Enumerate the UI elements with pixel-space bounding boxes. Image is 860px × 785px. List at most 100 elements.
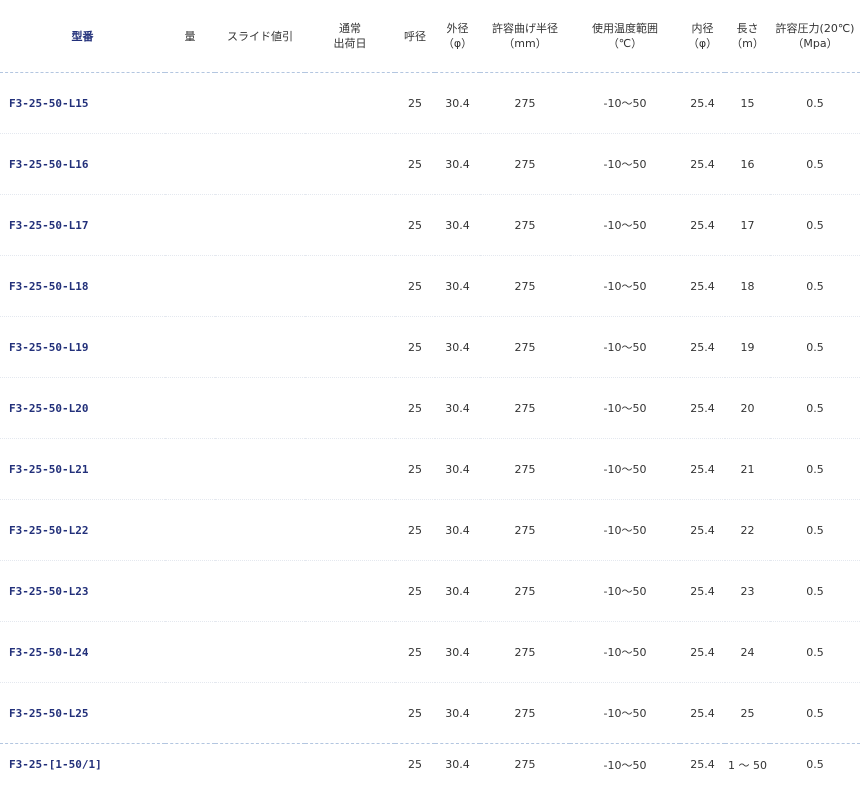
header-shipping: 通常出荷日 bbox=[305, 0, 395, 73]
temperature-cell: -10～50 bbox=[570, 683, 680, 744]
shipping-cell bbox=[305, 195, 395, 256]
length-cell: 24 bbox=[725, 622, 770, 683]
qty-cell bbox=[165, 622, 215, 683]
bend-radius-cell: 275 bbox=[480, 683, 570, 744]
bend-radius-cell: 275 bbox=[480, 317, 570, 378]
qty-cell bbox=[165, 317, 215, 378]
length-cell: 22 bbox=[725, 500, 770, 561]
qty-cell bbox=[165, 683, 215, 744]
discount-cell bbox=[215, 195, 305, 256]
outer-diameter-cell: 30.4 bbox=[435, 317, 480, 378]
model-number-link[interactable]: F3-25-50-L25 bbox=[0, 683, 165, 744]
nominal-cell: 25 bbox=[395, 744, 435, 785]
model-number-link[interactable]: F3-25-50-L22 bbox=[0, 500, 165, 561]
length-cell: 21 bbox=[725, 439, 770, 500]
nominal-cell: 25 bbox=[395, 683, 435, 744]
model-number-link[interactable]: F3-25-50-L21 bbox=[0, 439, 165, 500]
header-qty: 量 bbox=[165, 0, 215, 73]
temperature-cell: -10～50 bbox=[570, 256, 680, 317]
temperature-cell: -10～50 bbox=[570, 195, 680, 256]
bend-radius-cell: 275 bbox=[480, 73, 570, 134]
header-inner-diameter: 内径（φ） bbox=[680, 0, 725, 73]
outer-diameter-cell: 30.4 bbox=[435, 561, 480, 622]
model-number-link[interactable]: F3-25-50-L20 bbox=[0, 378, 165, 439]
product-spec-table: 型番 量 スライド値引 通常出荷日 呼径 外径（φ） 許容曲げ半径（mm） 使用… bbox=[0, 0, 860, 785]
table-header-row: 型番 量 スライド値引 通常出荷日 呼径 外径（φ） 許容曲げ半径（mm） 使用… bbox=[0, 0, 860, 73]
qty-cell bbox=[165, 134, 215, 195]
header-outer-diameter: 外径（φ） bbox=[435, 0, 480, 73]
table-row: F3-25-50-L24 25 30.4 275 -10～50 25.4 24 … bbox=[0, 622, 860, 683]
pressure-cell: 0.5 bbox=[770, 256, 860, 317]
bend-radius-cell: 275 bbox=[480, 256, 570, 317]
header-nominal: 呼径 bbox=[395, 0, 435, 73]
pressure-cell: 0.5 bbox=[770, 500, 860, 561]
model-number-link[interactable]: F3-25-50-L17 bbox=[0, 195, 165, 256]
temperature-cell: -10～50 bbox=[570, 622, 680, 683]
table-row: F3-25-50-L21 25 30.4 275 -10～50 25.4 21 … bbox=[0, 439, 860, 500]
pressure-cell: 0.5 bbox=[770, 683, 860, 744]
outer-diameter-cell: 30.4 bbox=[435, 683, 480, 744]
nominal-cell: 25 bbox=[395, 256, 435, 317]
model-number-link[interactable]: F3-25-50-L16 bbox=[0, 134, 165, 195]
qty-cell bbox=[165, 561, 215, 622]
shipping-cell bbox=[305, 256, 395, 317]
outer-diameter-cell: 30.4 bbox=[435, 73, 480, 134]
discount-cell bbox=[215, 744, 305, 785]
table-row: F3-25-[1-50/1] 25 30.4 275 -10～50 25.4 1… bbox=[0, 744, 860, 785]
header-pressure: 許容圧力(20℃)（Mpa） bbox=[770, 0, 860, 73]
bend-radius-cell: 275 bbox=[480, 134, 570, 195]
inner-diameter-cell: 25.4 bbox=[680, 683, 725, 744]
bend-radius-cell: 275 bbox=[480, 439, 570, 500]
pressure-cell: 0.5 bbox=[770, 622, 860, 683]
nominal-cell: 25 bbox=[395, 439, 435, 500]
table-body: F3-25-50-L15 25 30.4 275 -10～50 25.4 15 … bbox=[0, 73, 860, 785]
nominal-cell: 25 bbox=[395, 561, 435, 622]
header-model: 型番 bbox=[0, 0, 165, 73]
outer-diameter-cell: 30.4 bbox=[435, 378, 480, 439]
temperature-cell: -10～50 bbox=[570, 744, 680, 785]
shipping-cell bbox=[305, 73, 395, 134]
pressure-cell: 0.5 bbox=[770, 561, 860, 622]
temperature-cell: -10～50 bbox=[570, 561, 680, 622]
table-row: F3-25-50-L16 25 30.4 275 -10～50 25.4 16 … bbox=[0, 134, 860, 195]
table-row: F3-25-50-L20 25 30.4 275 -10～50 25.4 20 … bbox=[0, 378, 860, 439]
bend-radius-cell: 275 bbox=[480, 378, 570, 439]
qty-cell bbox=[165, 500, 215, 561]
model-number-link[interactable]: F3-25-[1-50/1] bbox=[0, 744, 165, 785]
nominal-cell: 25 bbox=[395, 317, 435, 378]
discount-cell bbox=[215, 256, 305, 317]
inner-diameter-cell: 25.4 bbox=[680, 561, 725, 622]
shipping-cell bbox=[305, 744, 395, 785]
discount-cell bbox=[215, 500, 305, 561]
inner-diameter-cell: 25.4 bbox=[680, 622, 725, 683]
discount-cell bbox=[215, 134, 305, 195]
inner-diameter-cell: 25.4 bbox=[680, 500, 725, 561]
bend-radius-cell: 275 bbox=[480, 195, 570, 256]
qty-cell bbox=[165, 256, 215, 317]
header-discount: スライド値引 bbox=[215, 0, 305, 73]
table-row: F3-25-50-L23 25 30.4 275 -10～50 25.4 23 … bbox=[0, 561, 860, 622]
length-cell: 1 ～ 50 bbox=[725, 744, 770, 785]
model-number-link[interactable]: F3-25-50-L19 bbox=[0, 317, 165, 378]
model-number-link[interactable]: F3-25-50-L15 bbox=[0, 73, 165, 134]
shipping-cell bbox=[305, 561, 395, 622]
qty-cell bbox=[165, 195, 215, 256]
shipping-cell bbox=[305, 134, 395, 195]
inner-diameter-cell: 25.4 bbox=[680, 73, 725, 134]
nominal-cell: 25 bbox=[395, 500, 435, 561]
shipping-cell bbox=[305, 317, 395, 378]
model-number-link[interactable]: F3-25-50-L24 bbox=[0, 622, 165, 683]
table-row: F3-25-50-L25 25 30.4 275 -10～50 25.4 25 … bbox=[0, 683, 860, 744]
pressure-cell: 0.5 bbox=[770, 439, 860, 500]
temperature-cell: -10～50 bbox=[570, 378, 680, 439]
bend-radius-cell: 275 bbox=[480, 744, 570, 785]
shipping-cell bbox=[305, 622, 395, 683]
discount-cell bbox=[215, 73, 305, 134]
qty-cell bbox=[165, 378, 215, 439]
nominal-cell: 25 bbox=[395, 622, 435, 683]
shipping-cell bbox=[305, 439, 395, 500]
bend-radius-cell: 275 bbox=[480, 622, 570, 683]
model-number-link[interactable]: F3-25-50-L18 bbox=[0, 256, 165, 317]
model-number-link[interactable]: F3-25-50-L23 bbox=[0, 561, 165, 622]
shipping-cell bbox=[305, 378, 395, 439]
